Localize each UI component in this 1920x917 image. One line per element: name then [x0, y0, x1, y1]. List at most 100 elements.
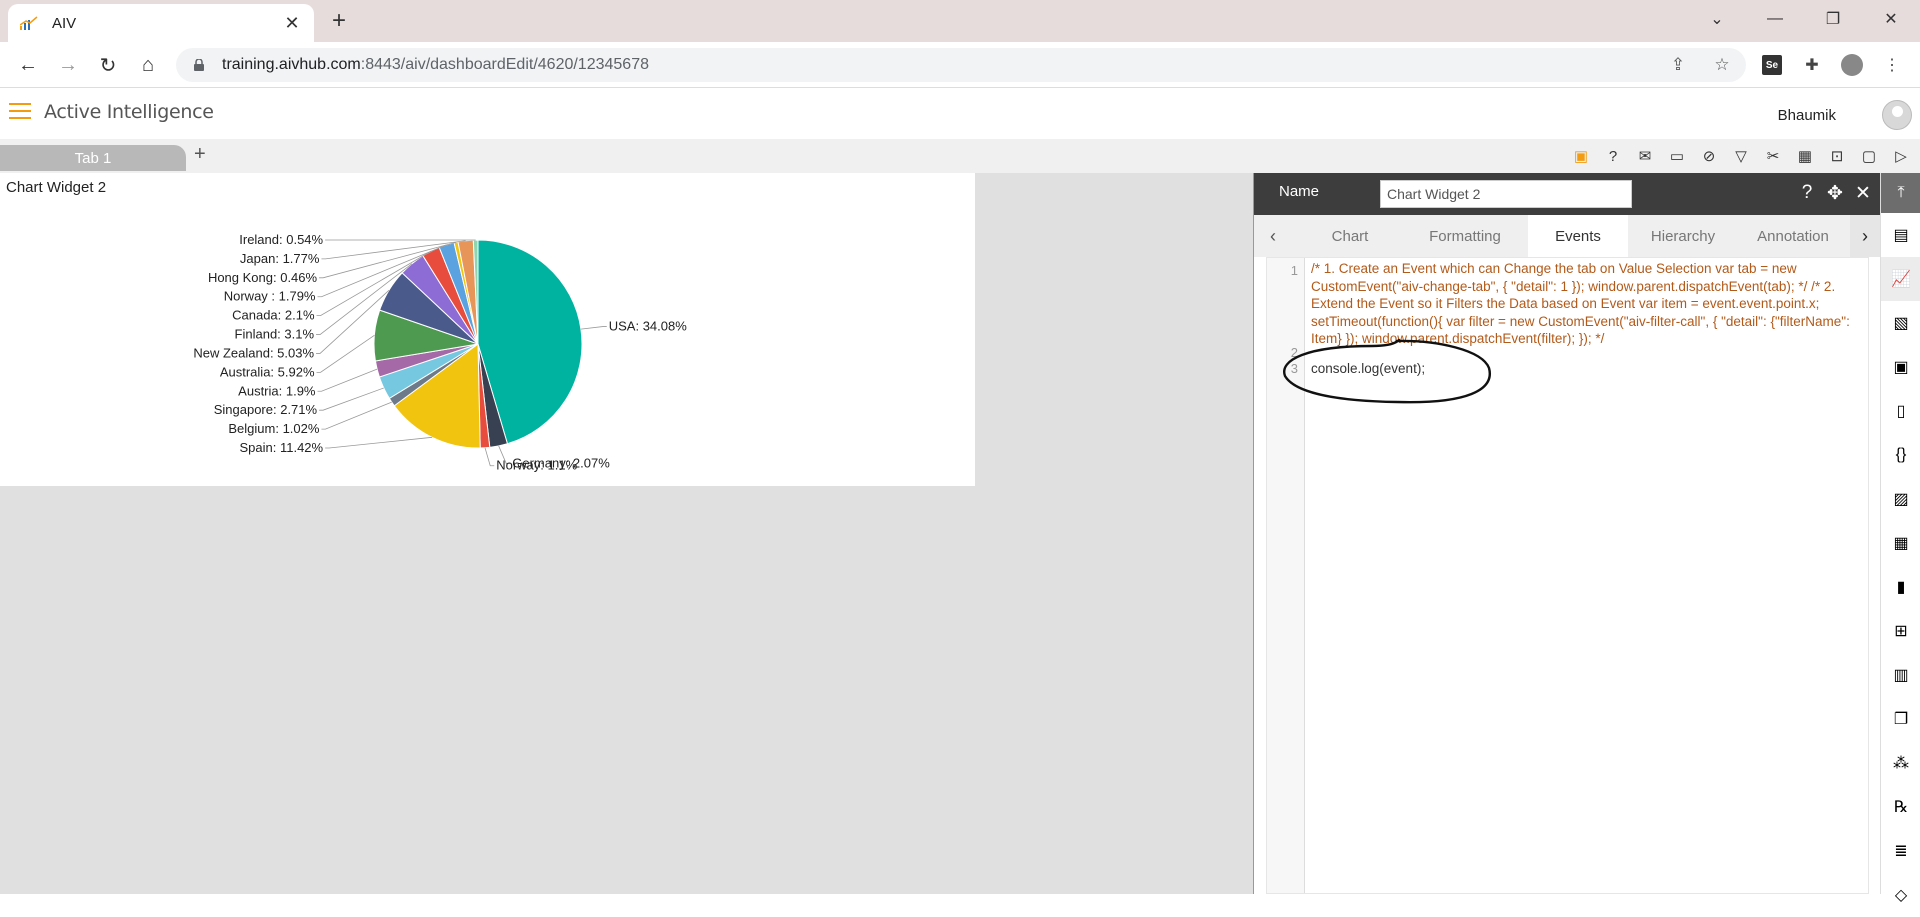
data-label: Finland: 3.1%: [235, 327, 315, 342]
clear-filter-icon[interactable]: ⊘: [1698, 145, 1720, 167]
bar-icon[interactable]: ▥: [1881, 653, 1920, 697]
lock-icon: [194, 59, 204, 71]
hamburger-menu-icon[interactable]: [9, 103, 31, 121]
move-icon[interactable]: ✥: [1825, 181, 1845, 205]
share-icon[interactable]: ⇪: [1668, 55, 1688, 75]
app-header: Active Intelligence Bhaumik: [0, 89, 1920, 139]
address-bar[interactable]: training.aivhub.com:8443/aiv/dashboardEd…: [176, 48, 1746, 82]
tab-formatting[interactable]: Formatting: [1402, 215, 1528, 257]
extensions-puzzle-icon[interactable]: ✚: [1798, 51, 1826, 79]
save-icon[interactable]: ▣: [1570, 145, 1592, 167]
property-panel: Name ? ✥ ✕ ‹ Chart Formatting Events Hie…: [1253, 173, 1880, 894]
devices-icon[interactable]: ▢: [1858, 145, 1880, 167]
cubes-icon[interactable]: ⁂: [1881, 741, 1920, 785]
tab-annotation[interactable]: Annotation: [1738, 215, 1848, 257]
name-label: Name: [1279, 183, 1319, 200]
chart-widget[interactable]: Chart Widget 2 USA: 34.08%Germany: 2.07%…: [0, 173, 975, 486]
data-label: Norway : 1.79%: [224, 289, 316, 304]
minimize-icon[interactable]: —: [1746, 0, 1804, 38]
filter-icon[interactable]: ▽: [1730, 145, 1752, 167]
dashboard-tab-bar: Tab 1 + ▣ ? ✉ ▭ ⊘ ▽ ✂ ▦ ⊡ ▢ ▷: [0, 139, 1920, 173]
report-icon[interactable]: ▣: [1881, 345, 1920, 389]
tab-hierarchy[interactable]: Hierarchy: [1628, 215, 1738, 257]
collapse-top-icon[interactable]: ⤒: [1881, 173, 1920, 213]
data-label: Belgium: 1.02%: [228, 421, 319, 436]
new-tab-icon[interactable]: +: [326, 8, 352, 34]
map-icon[interactable]: ▧: [1881, 301, 1920, 345]
profile-icon[interactable]: [1838, 51, 1866, 79]
tab-search-icon[interactable]: ⌄: [1688, 0, 1746, 38]
table-icon[interactable]: ▦: [1794, 145, 1816, 167]
chevron-left-icon[interactable]: ‹: [1258, 215, 1288, 257]
home-icon[interactable]: ⌂: [134, 51, 162, 79]
browser-tab-title: AIV: [52, 15, 282, 32]
connector-line: [318, 369, 378, 391]
pie-chart[interactable]: USA: 34.08%Germany: 2.07%Norway: 1.1%Spa…: [0, 173, 975, 486]
browser-toolbar: ← → ↻ ⌂ training.aivhub.com:8443/aiv/das…: [0, 42, 1920, 88]
rx-icon[interactable]: ℞: [1881, 785, 1920, 829]
tab-chart[interactable]: Chart: [1298, 215, 1402, 257]
close-icon[interactable]: ✕: [1853, 181, 1873, 205]
selenium-extension-icon[interactable]: Se: [1758, 51, 1786, 79]
back-icon[interactable]: ←: [14, 51, 42, 79]
user-avatar[interactable]: [1882, 100, 1912, 130]
chart-icon[interactable]: 📈: [1881, 257, 1920, 301]
help-icon[interactable]: ?: [1797, 181, 1817, 205]
help-icon[interactable]: ?: [1602, 145, 1624, 167]
tab-events[interactable]: Events: [1528, 215, 1628, 257]
play-icon[interactable]: ▷: [1890, 145, 1912, 167]
file-icon[interactable]: ▮: [1881, 565, 1920, 609]
restore-icon[interactable]: ❐: [1804, 0, 1862, 38]
code-braces-icon[interactable]: {}: [1881, 433, 1920, 477]
panel-header: Name ? ✥ ✕: [1254, 173, 1881, 215]
connector-line: [325, 437, 432, 448]
aiv-favicon-icon: [20, 16, 38, 30]
dashboard-toolbar: ▣ ? ✉ ▭ ⊘ ▽ ✂ ▦ ⊡ ▢ ▷: [1570, 145, 1912, 167]
embed-icon[interactable]: ⊡: [1826, 145, 1848, 167]
connector-line: [317, 335, 375, 372]
close-window-icon[interactable]: ✕: [1862, 0, 1920, 38]
comment-icon[interactable]: ▭: [1666, 145, 1688, 167]
dashboard-canvas: Chart Widget 2 USA: 34.08%Germany: 2.07%…: [0, 173, 1254, 894]
email-icon[interactable]: ✉: [1634, 145, 1656, 167]
connector-line: [321, 402, 391, 429]
grid-icon[interactable]: ▦: [1881, 521, 1920, 565]
data-label: Singapore: 2.71%: [214, 402, 318, 417]
close-tab-icon[interactable]: ✕: [282, 13, 302, 34]
bookmark-star-icon[interactable]: ☆: [1712, 55, 1732, 75]
panel-tabs: ‹ Chart Formatting Events Hierarchy Anno…: [1254, 215, 1881, 257]
line-number: 1: [1291, 263, 1298, 278]
tools-icon[interactable]: ✂: [1762, 145, 1784, 167]
table-icon[interactable]: ▤: [1881, 213, 1920, 257]
browser-menu-icon[interactable]: ⋮: [1878, 51, 1906, 79]
widget-name-input[interactable]: [1380, 180, 1632, 208]
copy-icon[interactable]: ❐: [1881, 697, 1920, 741]
events-code-editor[interactable]: 1 2 3 /* 1. Create an Event which can Ch…: [1266, 257, 1869, 894]
forward-icon[interactable]: →: [54, 51, 82, 79]
right-icon-rail: ⤒ ▤ 📈 ▧ ▣ ▯ {} ▨ ▦ ▮ ⊞ ▥ ❐ ⁂ ℞ ≣ ◇: [1880, 173, 1920, 894]
data-label: Australia: 5.92%: [220, 364, 315, 379]
doc-lines-icon[interactable]: ≣: [1881, 829, 1920, 873]
tree-icon[interactable]: ⊞: [1881, 609, 1920, 653]
document-icon[interactable]: ▯: [1881, 389, 1920, 433]
browser-tabstrip: AIV ✕ + ⌄ — ❐ ✕: [0, 0, 1920, 42]
chevron-right-icon[interactable]: ›: [1850, 215, 1880, 257]
reload-icon[interactable]: ↻: [94, 51, 122, 79]
user-name[interactable]: Bhaumik: [1778, 107, 1836, 124]
code-comment-block: /* 1. Create an Event which can Change t…: [1311, 260, 1859, 348]
data-label: Spain: 11.42%: [239, 440, 323, 455]
hand-drawn-circle-annotation: [1277, 338, 1497, 410]
data-label: Canada: 2.1%: [232, 308, 315, 323]
dashboard-tab-1[interactable]: Tab 1: [0, 145, 186, 171]
connector-line: [319, 388, 384, 410]
data-label: USA: 34.08%: [609, 319, 687, 334]
layers-icon[interactable]: ◇: [1881, 873, 1920, 917]
url-path: :8443/aiv/dashboardEdit/4620/12345678: [361, 56, 649, 74]
image-icon[interactable]: ▨: [1881, 477, 1920, 521]
data-label: Hong Kong: 0.46%: [208, 270, 318, 285]
browser-tab[interactable]: AIV ✕: [8, 4, 314, 42]
window-controls: ⌄ — ❐ ✕: [1688, 0, 1920, 38]
connector-line: [485, 448, 494, 466]
data-label: Ireland: 0.54%: [239, 232, 323, 247]
add-tab-button[interactable]: +: [194, 143, 206, 166]
